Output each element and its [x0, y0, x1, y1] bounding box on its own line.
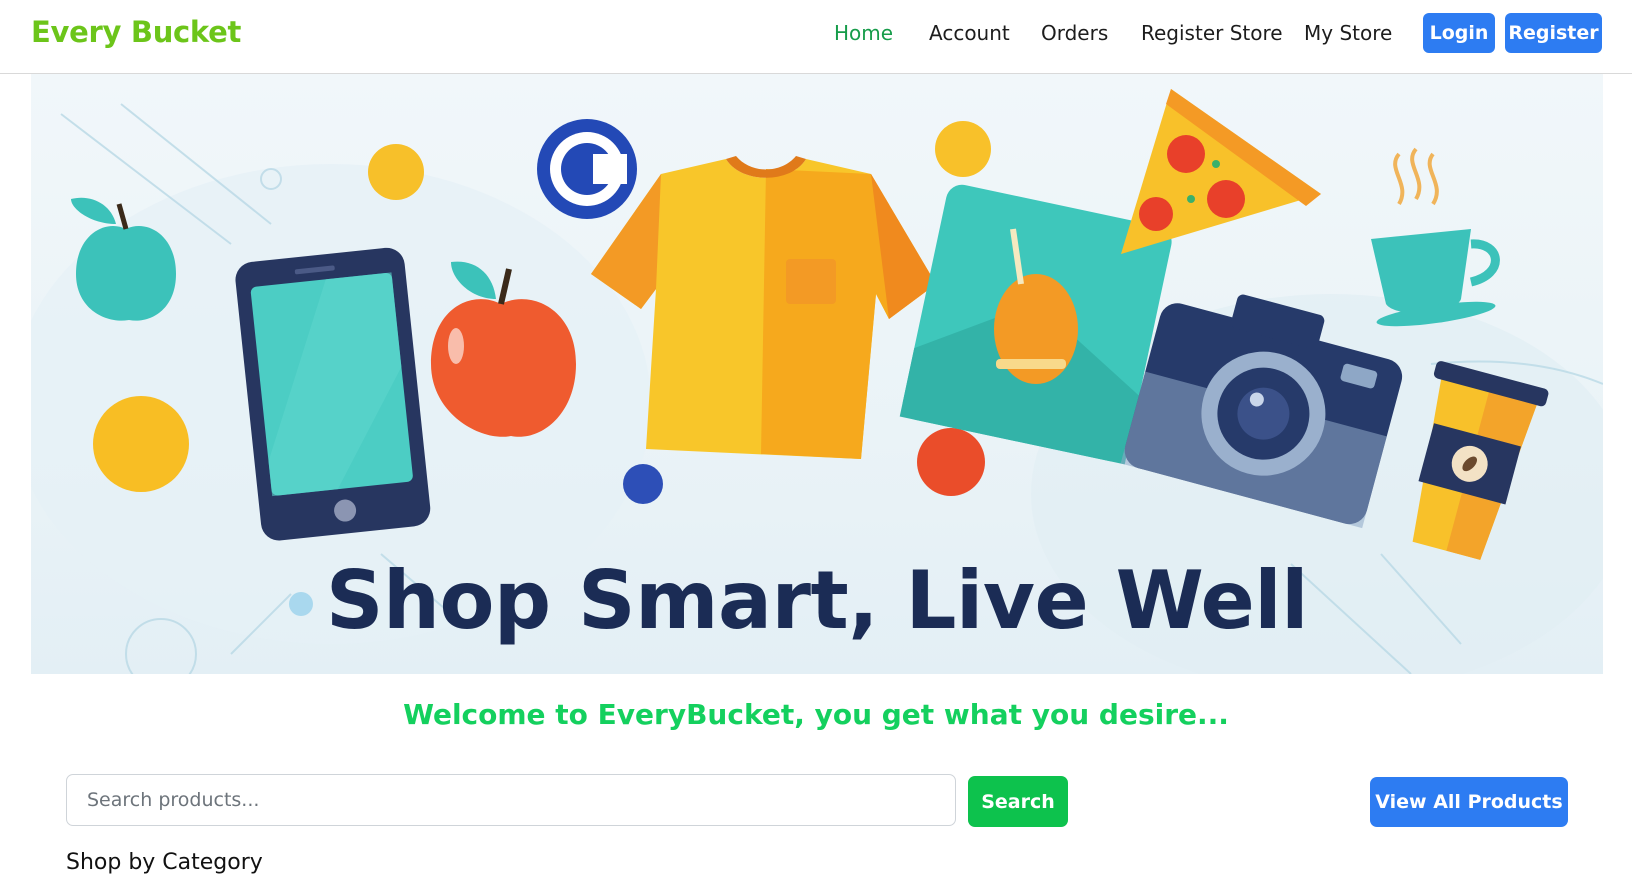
hero-banner: Shop Smart, Live Well — [31, 74, 1603, 674]
phone-icon — [235, 247, 431, 541]
pizza-slice-icon — [1121, 89, 1321, 254]
nav-link-account[interactable]: Account — [929, 21, 1010, 45]
top-navbar: Every Bucket Home Account Orders Registe… — [0, 0, 1632, 74]
register-button[interactable]: Register — [1505, 13, 1602, 53]
brand-circle-icon — [537, 119, 637, 219]
nav-links: Home Account Orders Register Store My St… — [0, 0, 1632, 70]
search-button[interactable]: Search — [968, 776, 1068, 827]
view-all-products-button[interactable]: View All Products — [1370, 777, 1568, 827]
teacup-icon — [1371, 147, 1500, 327]
shop-by-category-heading: Shop by Category — [66, 850, 263, 875]
search-input[interactable] — [66, 774, 956, 826]
login-button[interactable]: Login — [1423, 13, 1495, 53]
welcome-message: Welcome to EveryBucket, you get what you… — [403, 698, 1229, 731]
nav-link-home[interactable]: Home — [834, 21, 893, 45]
nav-link-register-store[interactable]: Register Store — [1141, 21, 1283, 45]
hero-title: Shop Smart, Live Well — [325, 554, 1309, 647]
nav-link-orders[interactable]: Orders — [1041, 21, 1108, 45]
nav-link-my-store[interactable]: My Store — [1304, 21, 1392, 45]
